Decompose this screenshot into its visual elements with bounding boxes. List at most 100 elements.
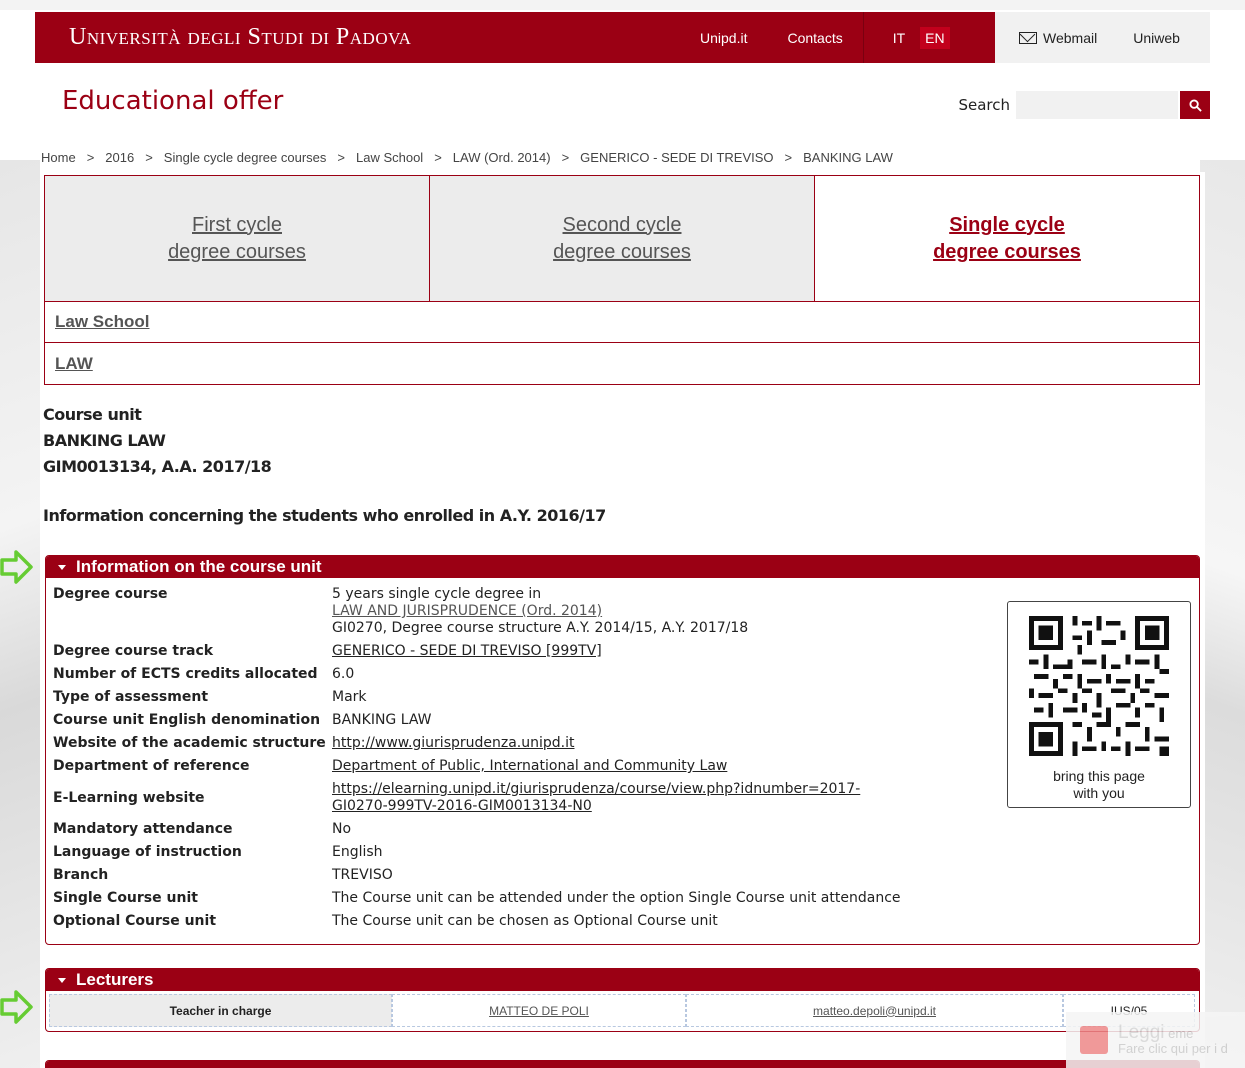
elearning-url-part: GI0270-999TV-2016-GIM0013134-N0 — [332, 798, 592, 814]
lang-en[interactable]: EN — [920, 26, 950, 49]
top-strip — [0, 0, 1245, 10]
info-label: Department of reference — [53, 758, 250, 774]
info-value: The Course unit can be attended under th… — [332, 890, 901, 906]
uniweb-link[interactable]: Uniweb — [1115, 30, 1198, 46]
info-row-degree-course: Degree course 5 years single cycle degre… — [53, 586, 901, 637]
nav-unipd[interactable]: Unipd.it — [680, 30, 767, 46]
breadcrumb-school[interactable]: Law School — [356, 150, 423, 165]
course-info-header[interactable]: Information on the course unit — [46, 556, 1199, 578]
search-label: Search — [958, 96, 1010, 114]
info-label: Single Course unit — [53, 890, 198, 906]
tab-second-cycle[interactable]: Second cycle degree courses — [430, 176, 815, 301]
info-row-attendance: Mandatory attendance No — [53, 821, 901, 838]
breadcrumb-degree[interactable]: LAW (Ord. 2014) — [453, 150, 551, 165]
tab-label: degree courses — [553, 240, 691, 263]
arrow-icon — [0, 990, 33, 1024]
qr-code-icon — [1029, 616, 1169, 756]
top-bar: Università degli Studi di Padova Unipd.i… — [35, 12, 1210, 63]
info-value: Mark — [332, 689, 367, 705]
search-button[interactable] — [1180, 91, 1210, 119]
ects-header[interactable] — [46, 1061, 1199, 1068]
info-label: Website of the academic structure — [53, 735, 326, 751]
breadcrumb-year[interactable]: 2016 — [105, 150, 134, 165]
lecturers-panel: Lecturers Teacher in charge MATTEO DE PO… — [45, 968, 1200, 1032]
notification-title: Leggi — [1118, 1021, 1165, 1043]
track-link[interactable]: GENERICO - SEDE DI TREVISO [999TV] — [332, 643, 602, 660]
caret-down-icon — [58, 977, 66, 983]
tab-label: First cycle — [192, 213, 282, 236]
arrow-icon — [0, 550, 33, 584]
info-value: English — [332, 844, 383, 860]
info-value: The Course unit can be chosen as Optiona… — [332, 913, 718, 929]
info-label: Type of assessment — [53, 689, 209, 705]
qr-caption: bring this page with you — [1053, 768, 1145, 802]
breadcrumb-home[interactable]: Home — [41, 150, 76, 165]
notification-text: Leggi eme Fare clic qui per i d — [1118, 1021, 1228, 1056]
info-label: Course unit English denomination — [53, 712, 321, 728]
info-value: 6.0 — [332, 666, 355, 682]
info-row-language: Language of instruction English — [53, 844, 901, 861]
info-label: E-Learning website — [53, 789, 205, 806]
qr-code-box: bring this page with you — [1007, 601, 1191, 808]
department-link[interactable]: Department of Public, International and … — [332, 758, 727, 775]
degree-type: 5 years single cycle degree in — [332, 586, 542, 602]
elearning-link[interactable]: https://elearning.unipd.it/giurisprudenz… — [332, 781, 860, 815]
main-content: First cycle degree courses Second cycle … — [40, 172, 1205, 1068]
degree-structure: GI0270, Degree course structure A.Y. 201… — [332, 620, 749, 636]
course-heading: Course unit BANKING LAW GIM0013134, A.A.… — [43, 402, 272, 480]
lecturer-name-link[interactable]: MATTEO DE POLI — [392, 994, 686, 1027]
course-info-panel: Information on the course unit Degree co… — [45, 555, 1200, 945]
lecturer-role: Teacher in charge — [49, 994, 392, 1027]
page-title: Educational offer — [62, 86, 284, 116]
top-bar-services: Webmail Uniweb — [995, 12, 1210, 63]
info-label: Degree course — [53, 586, 168, 602]
lang-it[interactable]: IT — [888, 27, 910, 49]
law-school-link[interactable]: Law School — [45, 302, 1199, 343]
info-value: BANKING LAW — [332, 712, 432, 728]
nav-contacts[interactable]: Contacts — [767, 30, 862, 46]
breadcrumb-separator: > — [561, 150, 570, 165]
info-row-elearning: E-Learning website https://elearning.uni… — [53, 781, 901, 815]
language-switcher: IT EN — [864, 12, 964, 63]
course-name: BANKING LAW — [43, 431, 166, 450]
search-icon — [1188, 98, 1202, 112]
info-label: Number of ECTS credits allocated — [53, 666, 318, 682]
caret-down-icon — [58, 564, 66, 570]
info-label: Degree course track — [53, 643, 214, 659]
mail-icon — [1019, 31, 1037, 44]
enrollment-info: Information concerning the students who … — [43, 506, 606, 525]
background-decoration-right — [1200, 160, 1245, 1068]
course-unit-label: Course unit — [43, 405, 142, 424]
university-name[interactable]: Università degli Studi di Padova — [35, 24, 680, 51]
info-row-branch: Branch TREVISO — [53, 867, 901, 884]
degree-course-link[interactable]: LAW AND JURISPRUDENCE (Ord. 2014) — [332, 603, 748, 620]
info-row-single-course: Single Course unit The Course unit can b… — [53, 890, 901, 907]
lecturer-email-link[interactable]: matteo.depoli@unipd.it — [686, 994, 1063, 1027]
lecturer-row: Teacher in charge MATTEO DE POLI matteo.… — [49, 994, 1196, 1027]
info-row-optional-course: Optional Course unit The Course unit can… — [53, 913, 901, 930]
info-label: Optional Course unit — [53, 913, 217, 929]
course-info-table: Degree course 5 years single cycle degre… — [53, 586, 901, 936]
search-input[interactable] — [1016, 91, 1178, 119]
notification-subtitle: Fare clic qui per i d — [1118, 1040, 1228, 1056]
tab-first-cycle[interactable]: First cycle degree courses — [45, 176, 430, 301]
lecturers-header[interactable]: Lecturers — [46, 969, 1199, 991]
course-code: GIM0013134, A.A. 2017/18 — [43, 457, 272, 476]
panel-title: Information on the course unit — [76, 557, 322, 576]
notification-title-suffix: eme — [1168, 1025, 1194, 1041]
info-row-department: Department of reference Department of Pu… — [53, 758, 901, 775]
notification-toast[interactable]: Leggi eme Fare clic qui per i d — [1066, 1012, 1245, 1068]
webmail-label: Webmail — [1043, 29, 1098, 46]
law-link[interactable]: LAW — [45, 343, 1199, 384]
qr-caption-line: with you — [1073, 785, 1125, 801]
breadcrumb-track[interactable]: GENERICO - SEDE DI TREVISO — [580, 150, 773, 165]
panel-title: Lecturers — [76, 970, 154, 989]
tab-single-cycle[interactable]: Single cycle degree courses — [815, 176, 1199, 301]
info-row-track: Degree course track GENERICO - SEDE DI T… — [53, 643, 901, 660]
breadcrumb-cycle[interactable]: Single cycle degree courses — [164, 150, 327, 165]
search-area: Search — [958, 91, 1210, 119]
info-row-english-name: Course unit English denomination BANKING… — [53, 712, 901, 729]
tab-label: Second cycle — [562, 213, 682, 236]
website-link[interactable]: http://www.giurisprudenza.unipd.it — [332, 735, 575, 752]
webmail-link[interactable]: Webmail — [995, 30, 1115, 46]
